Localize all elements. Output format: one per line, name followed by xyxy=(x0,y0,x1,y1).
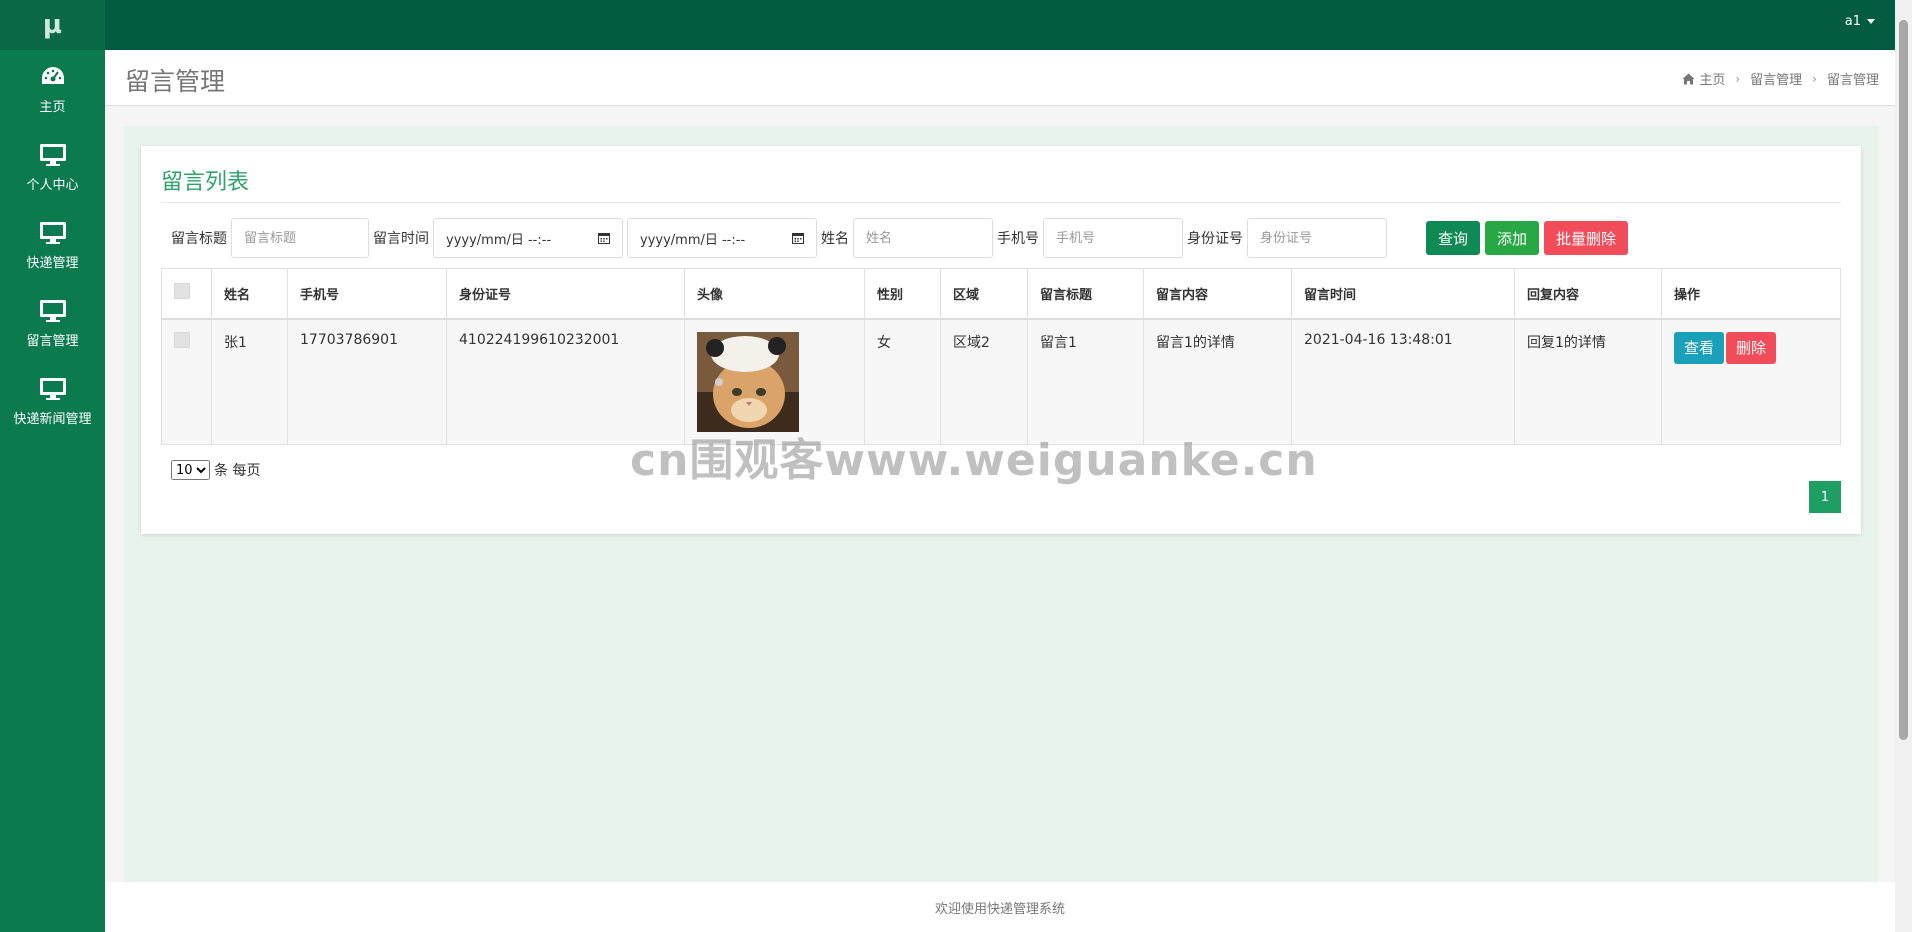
page-title: 留言管理 xyxy=(125,67,226,96)
page-size-control: 10 条 每页 xyxy=(171,460,260,480)
message-list-card: 留言列表 留言标题 留言时间 yyyy/mm/日 --:-- yyyy/mm/日… xyxy=(141,146,1861,534)
monitor-icon xyxy=(39,143,66,166)
search-form: 留言标题 留言时间 yyyy/mm/日 --:-- yyyy/mm/日 --:-… xyxy=(171,218,1633,258)
monitor-icon xyxy=(39,299,66,322)
card-title: 留言列表 xyxy=(161,170,250,195)
query-button[interactable]: 查询 xyxy=(1426,221,1481,255)
time-label: 留言时间 xyxy=(373,231,429,247)
cell-idcard: 410224199610232001 xyxy=(446,318,685,445)
user-name: a1 xyxy=(1844,14,1861,29)
sidebar-item-label: 留言管理 xyxy=(26,333,79,349)
phone-label: 手机号 xyxy=(997,231,1039,247)
monitor-icon xyxy=(39,221,66,244)
footer: 欢迎使用快递管理系统 xyxy=(105,882,1895,932)
col-header-content: 留言内容 xyxy=(1143,268,1292,320)
table-row: 张1 17703786901 410224199610232001 女 区域2 … xyxy=(161,318,1841,445)
breadcrumb-item[interactable]: 留言管理 xyxy=(1750,69,1802,88)
cell-avatar xyxy=(684,318,865,445)
date-start-input[interactable]: yyyy/mm/日 --:-- xyxy=(433,218,623,258)
monitor-icon xyxy=(39,377,66,400)
col-header-avatar: 头像 xyxy=(684,268,865,320)
caret-down-icon xyxy=(1867,19,1875,24)
row-select-cell xyxy=(161,318,212,445)
col-header-title: 留言标题 xyxy=(1027,268,1144,320)
title-label: 留言标题 xyxy=(171,231,227,247)
top-bar: a1 xyxy=(105,0,1895,50)
view-button[interactable]: 查看 xyxy=(1674,331,1725,364)
sidebar-item-home[interactable]: 主页 xyxy=(0,50,105,128)
sidebar-item-label: 个人中心 xyxy=(26,177,79,193)
message-table: 姓名 手机号 身份证号 头像 性别 区域 留言标题 留言内容 留言时间 回复内容… xyxy=(161,268,1841,445)
idcard-label: 身份证号 xyxy=(1187,231,1243,247)
calendar-icon[interactable] xyxy=(792,232,804,244)
cell-gender: 女 xyxy=(864,318,941,445)
batch-delete-button[interactable]: 批量删除 xyxy=(1544,221,1629,255)
breadcrumb: 主页 › 留言管理 › 留言管理 xyxy=(1682,69,1879,88)
breadcrumb-current: 留言管理 xyxy=(1826,73,1879,88)
delete-button[interactable]: 删除 xyxy=(1726,331,1777,364)
calendar-icon[interactable] xyxy=(598,232,610,244)
cell-reply: 回复1的详情 xyxy=(1514,318,1662,445)
select-all-cell xyxy=(161,268,212,320)
name-input[interactable] xyxy=(853,218,993,258)
table-header-row: 姓名 手机号 身份证号 头像 性别 区域 留言标题 留言内容 留言时间 回复内容… xyxy=(161,268,1841,320)
cell-time: 2021-04-16 13:48:01 xyxy=(1291,318,1515,445)
cell-actions: 查看 删除 xyxy=(1661,318,1841,445)
scrollbar-thumb[interactable] xyxy=(1899,20,1908,740)
col-header-reply: 回复内容 xyxy=(1514,268,1662,320)
cell-region: 区域2 xyxy=(940,318,1028,445)
sidebar-item-label: 快递新闻管理 xyxy=(13,411,92,427)
user-menu[interactable]: a1 xyxy=(1845,14,1875,29)
col-header-phone: 手机号 xyxy=(287,268,447,320)
sidebar-item-express[interactable]: 快递管理 xyxy=(0,206,105,284)
sidebar-item-express-news[interactable]: 快递新闻管理 xyxy=(0,362,105,440)
cell-title: 留言1 xyxy=(1027,318,1144,445)
chevron-right-icon: › xyxy=(1812,71,1817,86)
row-checkbox[interactable] xyxy=(174,331,190,348)
cell-content: 留言1的详情 xyxy=(1143,318,1292,445)
col-header-time: 留言时间 xyxy=(1291,268,1515,320)
page-scrollbar[interactable] xyxy=(1895,0,1912,932)
date-end-input[interactable]: yyyy/mm/日 --:-- xyxy=(627,218,817,258)
phone-input[interactable] xyxy=(1043,218,1183,258)
col-header-idcard: 身份证号 xyxy=(446,268,685,320)
col-header-name: 姓名 xyxy=(211,268,288,320)
add-button[interactable]: 添加 xyxy=(1485,221,1540,255)
home-icon xyxy=(1682,73,1695,85)
page-size-label: 条 每页 xyxy=(214,463,261,479)
page-size-select[interactable]: 10 xyxy=(171,460,210,480)
chevron-right-icon: › xyxy=(1735,71,1741,86)
select-all-checkbox[interactable] xyxy=(174,283,190,300)
cell-name: 张1 xyxy=(211,318,288,445)
col-header-gender: 性别 xyxy=(864,268,941,320)
sidebar-item-messages[interactable]: 留言管理 xyxy=(0,284,105,362)
sidebar-item-personal-center[interactable]: 个人中心 xyxy=(0,128,105,206)
divider xyxy=(161,202,1841,203)
footer-text: 欢迎使用快递管理系统 xyxy=(934,901,1065,917)
col-header-actions: 操作 xyxy=(1661,268,1841,320)
sidebar-item-label: 快递管理 xyxy=(26,255,79,271)
name-label: 姓名 xyxy=(821,231,849,247)
sidebar: µ 主页 个人中心 快递管理 留言管理 快递新闻管理 xyxy=(0,0,105,932)
logo: µ xyxy=(0,0,105,50)
col-header-region: 区域 xyxy=(940,268,1028,320)
content-area: 留言列表 留言标题 留言时间 yyyy/mm/日 --:-- yyyy/mm/日… xyxy=(124,126,1878,882)
idcard-input[interactable] xyxy=(1247,218,1387,258)
sidebar-item-label: 主页 xyxy=(39,99,66,115)
breadcrumb-home[interactable]: 主页 xyxy=(1682,69,1725,88)
dashboard-icon xyxy=(41,66,64,84)
cell-phone: 17703786901 xyxy=(287,318,447,445)
page-header: 留言管理 主页 › 留言管理 › 留言管理 xyxy=(105,50,1895,106)
avatar-image xyxy=(697,331,799,432)
page-button-current[interactable]: 1 xyxy=(1809,481,1841,513)
title-input[interactable] xyxy=(231,218,369,258)
